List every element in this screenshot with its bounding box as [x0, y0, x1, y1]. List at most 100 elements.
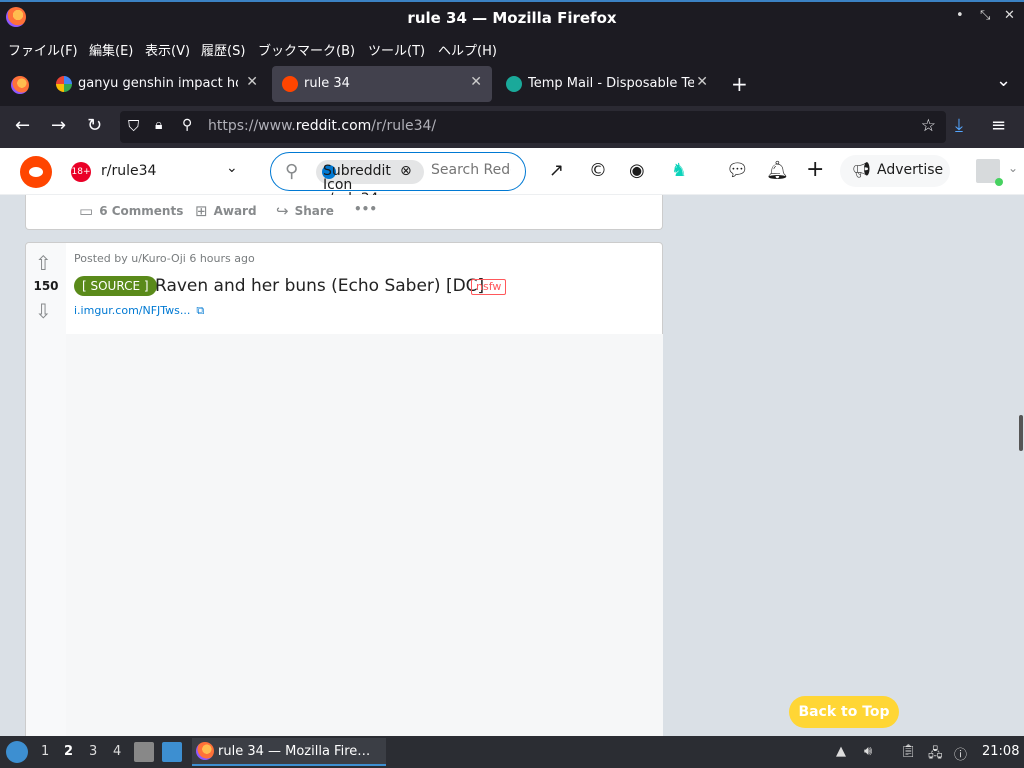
hamburger-menu-icon[interactable]: ≡ [991, 115, 1006, 136]
tab-tempmail[interactable]: Temp Mail - Disposable Tem ✕ [496, 66, 718, 102]
post-flair[interactable]: [ SOURCE ] [74, 276, 157, 296]
window-title: rule 34 — Mozilla Firefox [407, 9, 617, 27]
tray-up-icon[interactable]: ▲ [836, 744, 846, 759]
avatar-shop-icon[interactable]: ♞ [671, 160, 687, 181]
menu-edit[interactable]: 編集(E) [89, 40, 133, 59]
tab-close-icon[interactable]: ✕ [470, 74, 482, 90]
post-meta: Posted by u/Kuro-Oji 6 hours ago [74, 252, 255, 265]
create-post-icon[interactable]: + [806, 157, 824, 182]
start-menu-icon[interactable] [6, 741, 28, 763]
navigation-bar: ← → ↻ ⛉ 🔒︎ ⚲ https://www.reddit.com/r/ru… [0, 106, 1024, 148]
tab-list-chevron-icon[interactable]: ⌄ [996, 70, 1011, 91]
award-icon: ⊞ [195, 202, 208, 220]
reddit-header: 18+ r/rule34 ⌄ ⚲ Subreddit Icon r/rule34… [0, 148, 1024, 206]
tempmail-icon [506, 76, 522, 92]
url-text[interactable]: https://www.reddit.com/r/rule34/ [208, 118, 436, 134]
feed-content: ▭ 6 Comments ⊞ Award ↪ Share ••• ⇧ 150 ⇩ Po… [0, 195, 1024, 736]
search-subreddit-chip[interactable]: Subreddit Icon r/rule34 ⊗ [316, 160, 424, 206]
menu-file[interactable]: ファイル(F) [8, 40, 78, 59]
back-arrow-icon[interactable]: ← [15, 115, 30, 136]
search-icon: ⚲ [285, 161, 299, 182]
chip-close-icon[interactable]: ⊗ [400, 163, 412, 179]
menu-bar: ファイル(F) 編集(E) 表示(V) 履歴(S) ブックマーク(B) ツール(… [0, 34, 1024, 62]
post-link[interactable]: i.imgur.com/NFJTws... ⧉ [74, 304, 204, 318]
window-titlebar: rule 34 — Mozilla Firefox • ⤡ ✕ [0, 0, 1024, 34]
menu-bookmarks[interactable]: ブックマーク(B) [258, 40, 355, 59]
tab-label: rule 34 [304, 76, 350, 91]
new-tab-button[interactable]: + [731, 72, 748, 96]
reload-icon[interactable]: ↻ [87, 115, 102, 136]
file-manager-icon[interactable] [134, 742, 154, 762]
tab-google[interactable]: ganyu genshin impact hot ✕ [46, 66, 268, 102]
google-icon [56, 76, 72, 92]
downvote-arrow-icon[interactable]: ⇩ [35, 299, 52, 323]
search-input[interactable] [431, 162, 511, 178]
scrollbar-thumb[interactable] [1019, 415, 1023, 451]
tab-reddit[interactable]: rule 34 ✕ [272, 66, 492, 102]
user-avatar[interactable] [976, 159, 1003, 186]
menu-help[interactable]: ヘルプ(H) [438, 40, 497, 59]
workspace-2[interactable]: 2 [64, 744, 73, 759]
chevron-down-icon[interactable]: ⌄ [226, 160, 238, 176]
bookmark-star-icon[interactable]: ☆ [921, 116, 936, 136]
workspace-1[interactable]: 1 [41, 744, 49, 759]
post-card[interactable]: ⇧ 150 ⇩ Posted by u/Kuro-Oji 6 hours ago… [25, 242, 663, 736]
comment-icon: ▭ [79, 202, 94, 220]
award-button[interactable]: ⊞ Award [195, 202, 257, 220]
share-button[interactable]: ↪ Share [276, 202, 334, 220]
popular-icon[interactable]: ↗ [549, 160, 564, 181]
tab-label: ganyu genshin impact hot [78, 76, 238, 91]
comments-button[interactable]: ▭ 6 Comments [79, 202, 183, 220]
talk-icon[interactable]: ◉ [629, 160, 645, 181]
upvote-arrow-icon[interactable]: ⇧ [35, 251, 52, 275]
reddit-logo-icon[interactable] [20, 156, 52, 188]
firefox-icon [196, 742, 214, 760]
url-bar[interactable]: ⛉ 🔒︎ ⚲ https://www.reddit.com/r/rule34/ … [120, 111, 946, 143]
tab-bar: ganyu genshin impact hot ✕ rule 34 ✕ Tem… [0, 62, 1024, 106]
os-taskbar: 1 2 3 4 rule 34 — Mozilla Fire… ▲ 🔊︎ 📋︎ … [0, 736, 1024, 768]
advertise-button[interactable]: 📢︎ Advertise [840, 155, 950, 187]
close-window-button[interactable]: ✕ [1004, 8, 1015, 23]
menu-tools[interactable]: ツール(T) [368, 40, 425, 59]
advertise-label: Advertise [877, 162, 944, 178]
user-menu-chevron-icon[interactable]: ⌄ [1008, 161, 1018, 175]
taskbar-firefox-task[interactable]: rule 34 — Mozilla Fire… [192, 738, 386, 766]
clock: 21:08 [982, 744, 1020, 759]
menu-view[interactable]: 表示(V) [145, 40, 190, 59]
firefox-view-icon[interactable] [11, 76, 29, 94]
update-notifier-icon[interactable]: ⓘ [954, 744, 967, 763]
more-options-button[interactable]: ••• [354, 202, 377, 216]
tab-close-icon[interactable]: ✕ [246, 74, 258, 90]
chat-icon[interactable]: 💬︎ [726, 160, 749, 181]
tab-close-icon[interactable]: ✕ [696, 74, 708, 90]
task-label: rule 34 — Mozilla Fire… [218, 744, 371, 759]
share-icon: ↪ [276, 202, 289, 220]
desktop-icon[interactable] [162, 742, 182, 762]
post-title[interactable]: Raven and her buns (Echo Saber) [DC] [155, 276, 484, 296]
back-to-top-button[interactable]: Back to Top [789, 696, 899, 728]
tab-label: Temp Mail - Disposable Tem [528, 76, 694, 91]
coins-icon[interactable]: © [589, 160, 607, 181]
shield-icon[interactable]: ⛉ [128, 117, 139, 135]
minimize-button[interactable]: • [956, 8, 964, 23]
nsfw-badge: nsfw [471, 279, 507, 295]
megaphone-icon: 📢︎ [852, 161, 872, 179]
maximize-button[interactable]: ⤡ [980, 8, 990, 23]
notification-bell-icon[interactable]: 🔔︎ [766, 160, 789, 181]
subreddit-name[interactable]: r/rule34 [101, 163, 156, 179]
downloads-icon[interactable]: ⤓ [955, 115, 963, 136]
permissions-icon[interactable]: ⚲ [182, 117, 192, 133]
volume-icon[interactable]: 🔊︎ [864, 744, 872, 759]
forward-arrow-icon[interactable]: → [51, 115, 66, 136]
reddit-icon [282, 76, 298, 92]
workspace-4[interactable]: 4 [113, 744, 121, 759]
search-bar[interactable]: ⚲ Subreddit Icon r/rule34 ⊗ [270, 152, 526, 206]
lock-icon[interactable]: 🔒︎ [155, 117, 162, 133]
workspace-3[interactable]: 3 [89, 744, 97, 759]
network-icon[interactable]: 🖧 [928, 744, 943, 766]
clipboard-icon[interactable]: 📋︎ [900, 744, 917, 759]
previous-post-actions: ▭ 6 Comments ⊞ Award ↪ Share ••• [25, 195, 663, 230]
post-media-area [66, 334, 663, 736]
vote-column: ⇧ 150 ⇩ [26, 243, 66, 736]
menu-history[interactable]: 履歴(S) [201, 40, 245, 59]
